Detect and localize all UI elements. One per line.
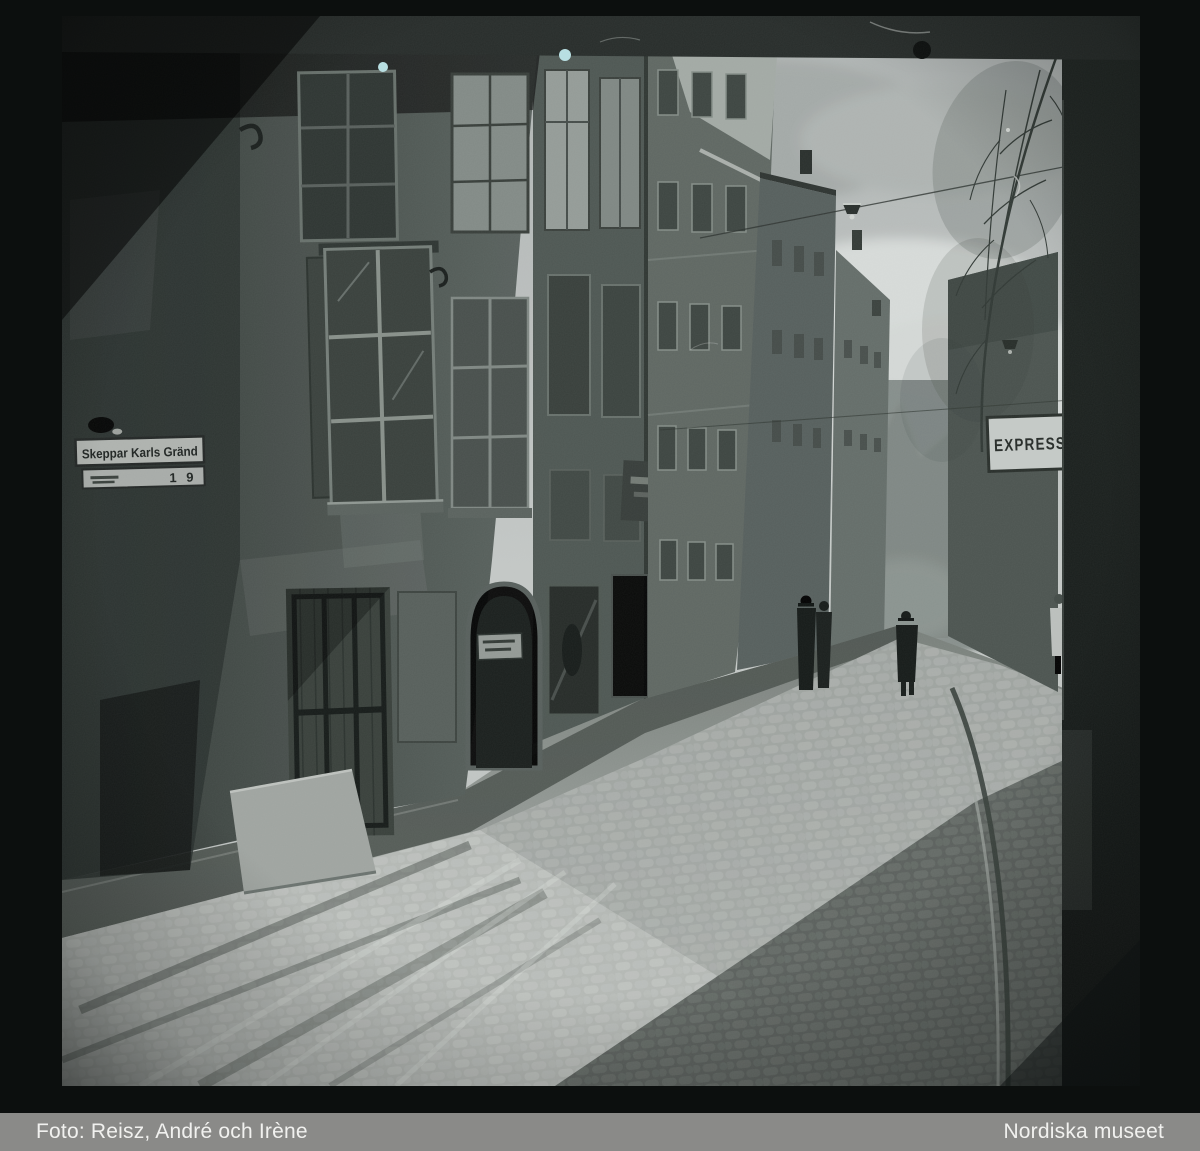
scanned-photo-page: Skeppar Karls Gränd 1 9 [0, 0, 1200, 1151]
caption-museum: Nordiska museet [1003, 1120, 1164, 1144]
photograph: Skeppar Karls Gränd 1 9 [0, 0, 1200, 1151]
vignette [62, 16, 1140, 1086]
caption-bar: Foto: Reisz, André och Irène Nordiska mu… [0, 1113, 1200, 1151]
caption-photographer: Foto: Reisz, André och Irène [36, 1120, 308, 1144]
photo-content: Skeppar Karls Gränd 1 9 [28, 16, 1140, 1108]
